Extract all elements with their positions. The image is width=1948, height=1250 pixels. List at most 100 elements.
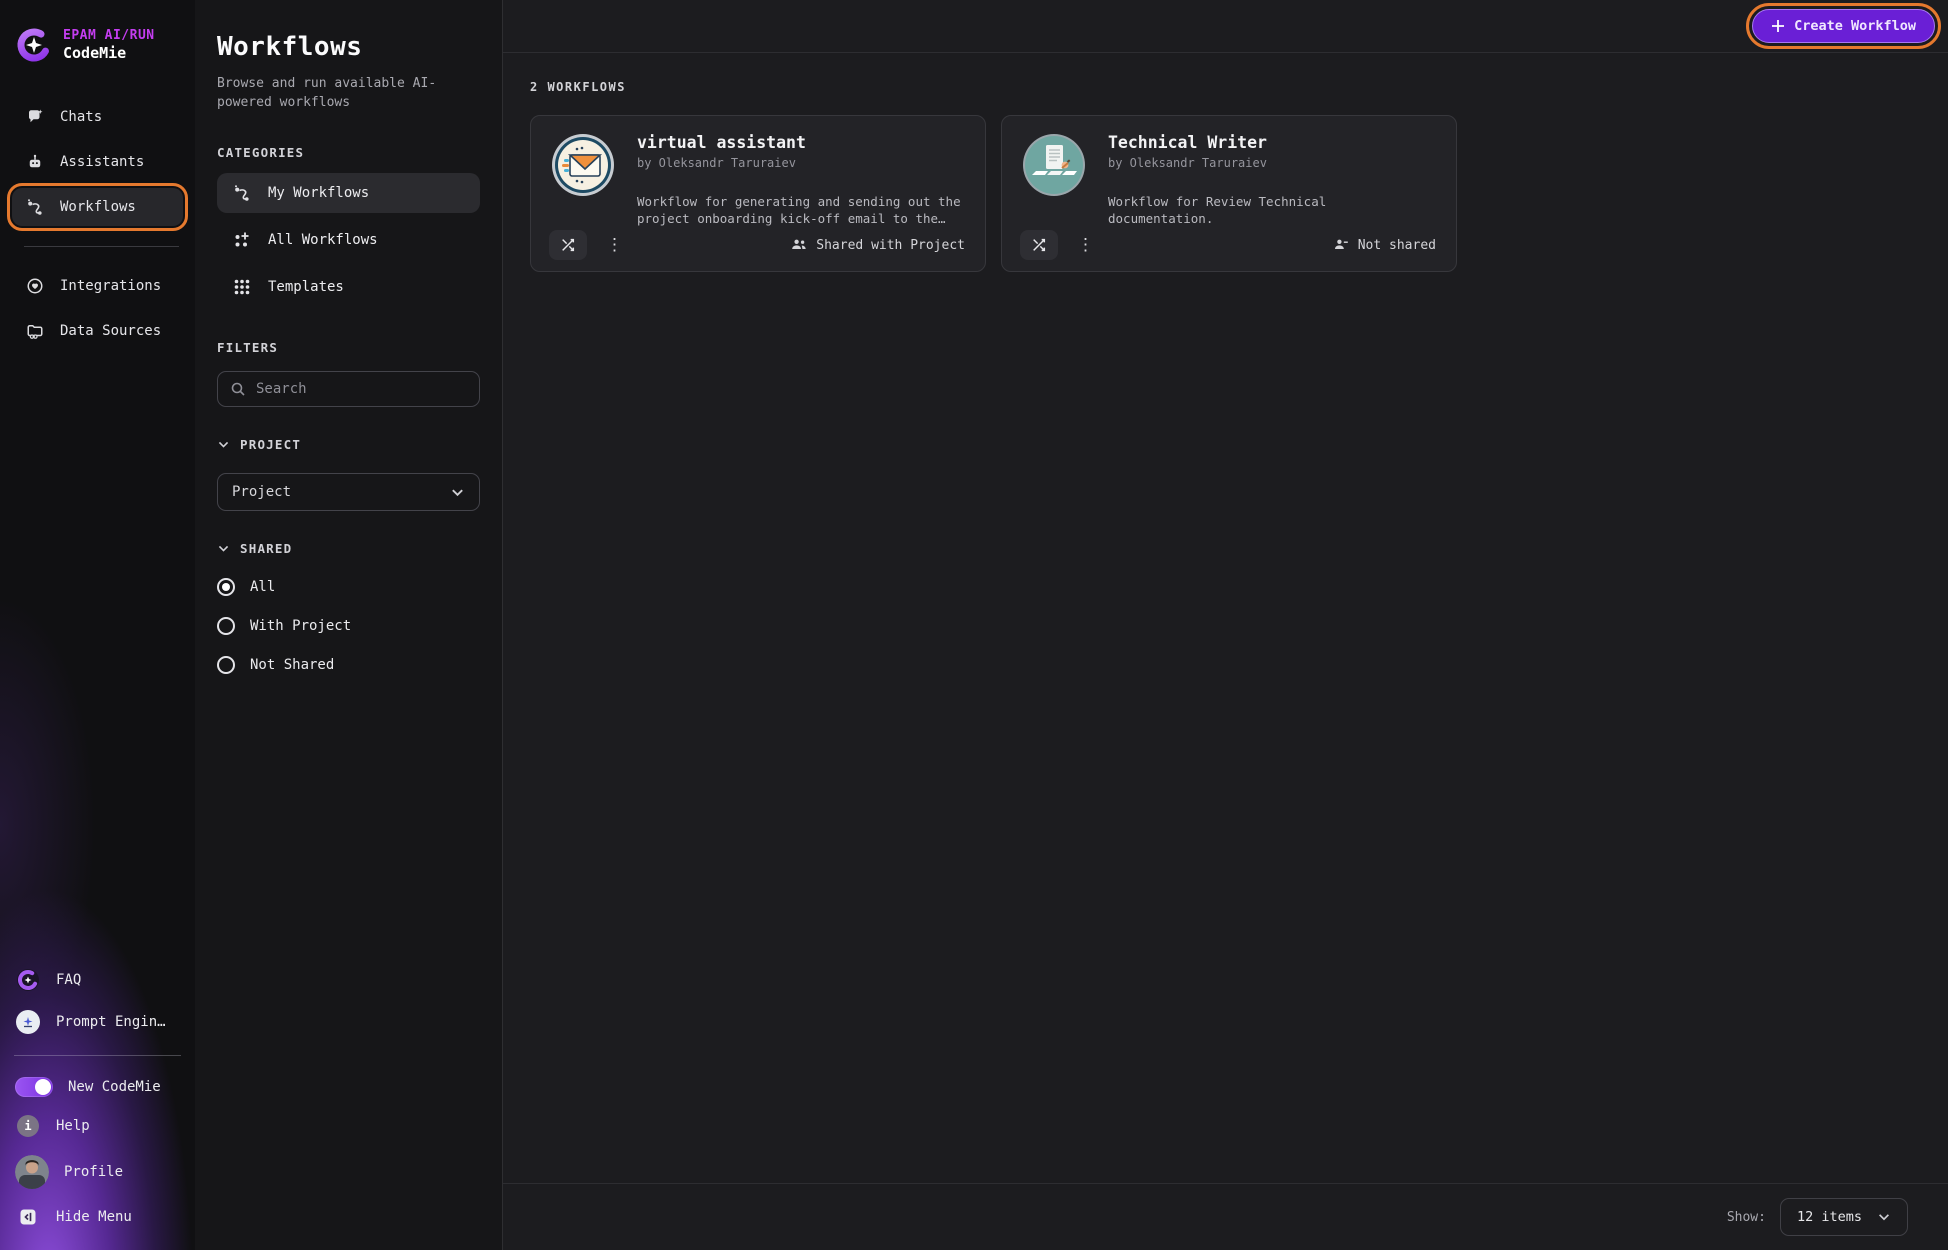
project-select-value: Project (232, 484, 291, 500)
share-status-label: Not shared (1358, 238, 1436, 253)
main-content: Create Workflow 2 WORKFLOWS (503, 0, 1948, 1250)
profile-item[interactable]: Profile (12, 1146, 183, 1198)
sidebar-item-workflows[interactable]: Workflows (12, 188, 183, 226)
shared-radio-group: All With Project Not Shared (217, 578, 480, 674)
radio-with-project[interactable]: With Project (217, 617, 480, 635)
sidebar-item-data-sources[interactable]: Data Sources (12, 312, 183, 350)
sidebar-item-label: Chats (60, 109, 102, 125)
plus-icon (1771, 19, 1785, 33)
workflow-title: Technical Writer (1108, 133, 1267, 152)
kebab-menu-icon[interactable]: ⋮ (1077, 237, 1094, 254)
sidebar-item-chats[interactable]: Chats (12, 98, 183, 136)
workflow-description: Workflow for generating and sending out … (637, 194, 967, 227)
filters-label: FILTERS (217, 340, 480, 355)
workflow-description: Workflow for Review Technical documentat… (1108, 194, 1438, 227)
help-item[interactable]: i Help (12, 1106, 183, 1146)
chat-sparkle-icon (25, 108, 45, 126)
shared-section-header[interactable]: SHARED (217, 541, 480, 556)
workflow-icon (25, 198, 45, 216)
hide-menu-item[interactable]: Hide Menu (12, 1198, 183, 1236)
workflow-author: by Oleksandr Taruraiev (1108, 156, 1267, 170)
shared-section-label: SHARED (240, 541, 292, 556)
brand-name: CodeMie (63, 44, 155, 62)
folder-link-icon (25, 322, 45, 340)
workflow-card-technical-writer[interactable]: Technical Writer by Oleksandr Taruraiev … (1001, 115, 1457, 272)
radio-label: Not Shared (250, 657, 334, 673)
share-status-label: Shared with Project (816, 238, 965, 253)
create-workflow-label: Create Workflow (1794, 18, 1916, 34)
page-size-select[interactable]: 12 items (1780, 1198, 1908, 1236)
new-codemie-row: New CodeMie (12, 1068, 183, 1106)
project-section-label: PROJECT (240, 437, 301, 452)
kebab-menu-icon[interactable]: ⋮ (606, 237, 623, 254)
search-icon (230, 381, 246, 397)
share-status: Shared with Project (791, 237, 965, 253)
chevron-down-icon (1877, 1210, 1891, 1224)
sidebar-divider (24, 246, 179, 247)
sidebar-item-label: Data Sources (60, 323, 161, 339)
category-label: Templates (268, 279, 344, 295)
workflow-avatar-envelope (551, 133, 615, 197)
search-input[interactable] (256, 381, 467, 397)
radio-circle[interactable] (217, 578, 235, 596)
share-status: Not shared (1333, 237, 1436, 253)
shuffle-icon (1031, 237, 1047, 253)
radio-circle[interactable] (217, 617, 235, 635)
sidebar-item-integrations[interactable]: Integrations (12, 267, 183, 305)
category-label: All Workflows (268, 232, 378, 248)
project-select[interactable]: Project (217, 473, 480, 511)
faq-label: FAQ (56, 972, 81, 988)
search-box (217, 371, 480, 407)
workflow-author: by Oleksandr Taruraiev (637, 156, 806, 170)
prompt-engineering-label: Prompt Engin… (56, 1014, 166, 1030)
chevron-down-icon (217, 542, 230, 555)
workflow-card-virtual-assistant[interactable]: virtual assistant by Oleksandr Taruraiev… (530, 115, 986, 272)
project-section-header[interactable]: PROJECT (217, 437, 480, 452)
workflows-list-area: 2 WORKFLOWS (503, 53, 1948, 1183)
brand-tag: EPAM AI/RUN (63, 28, 155, 44)
radio-circle[interactable] (217, 656, 235, 674)
chevron-down-icon (450, 485, 465, 500)
help-icon: i (15, 1115, 41, 1137)
category-templates[interactable]: Templates (217, 267, 480, 307)
profile-label: Profile (64, 1164, 123, 1180)
radio-all[interactable]: All (217, 578, 480, 596)
shuffle-icon (560, 237, 576, 253)
card-actions: ⋮ Shared with Project (549, 230, 965, 260)
categories-list: My Workflows All Workflows (217, 173, 480, 307)
radio-not-shared[interactable]: Not Shared (217, 656, 480, 674)
shared-users-icon (791, 237, 807, 253)
help-label: Help (56, 1118, 90, 1134)
hide-menu-label: Hide Menu (56, 1209, 132, 1225)
category-all-workflows[interactable]: All Workflows (217, 220, 480, 260)
create-workflow-button[interactable]: Create Workflow (1752, 9, 1935, 43)
sidebar-item-label: Workflows (60, 199, 136, 215)
workflow-avatar-documents (1022, 133, 1086, 197)
hide-menu-icon (15, 1207, 41, 1227)
workflow-icon (232, 184, 252, 202)
page-title: Workflows (217, 32, 480, 62)
prompt-engineering-icon (15, 1010, 41, 1034)
grid-plus-icon (232, 231, 252, 249)
run-workflow-button[interactable] (549, 230, 587, 260)
run-workflow-button[interactable] (1020, 230, 1058, 260)
page-size-value: 12 items (1797, 1209, 1862, 1225)
show-label: Show: (1727, 1210, 1766, 1225)
not-shared-icon (1333, 237, 1349, 253)
new-codemie-label: New CodeMie (68, 1079, 161, 1095)
card-actions: ⋮ Not shared (1020, 230, 1436, 260)
faq-item[interactable]: FAQ (12, 959, 183, 1001)
category-label: My Workflows (268, 185, 369, 201)
topbar: Create Workflow (503, 0, 1948, 53)
workflow-cards: virtual assistant by Oleksandr Taruraiev… (530, 115, 1948, 272)
prompt-engineering-item[interactable]: Prompt Engin… (12, 1001, 183, 1043)
page-subtitle: Browse and run available AI-powered work… (217, 74, 459, 112)
sidebar: EPAM AI/RUN CodeMie Chats (0, 0, 195, 1250)
sidebar-footer-divider (14, 1055, 181, 1056)
grid-icon (232, 278, 252, 296)
workflow-title: virtual assistant (637, 133, 806, 152)
new-codemie-toggle[interactable] (15, 1077, 53, 1097)
chevron-down-icon (217, 438, 230, 451)
sidebar-item-assistants[interactable]: Assistants (12, 143, 183, 181)
category-my-workflows[interactable]: My Workflows (217, 173, 480, 213)
